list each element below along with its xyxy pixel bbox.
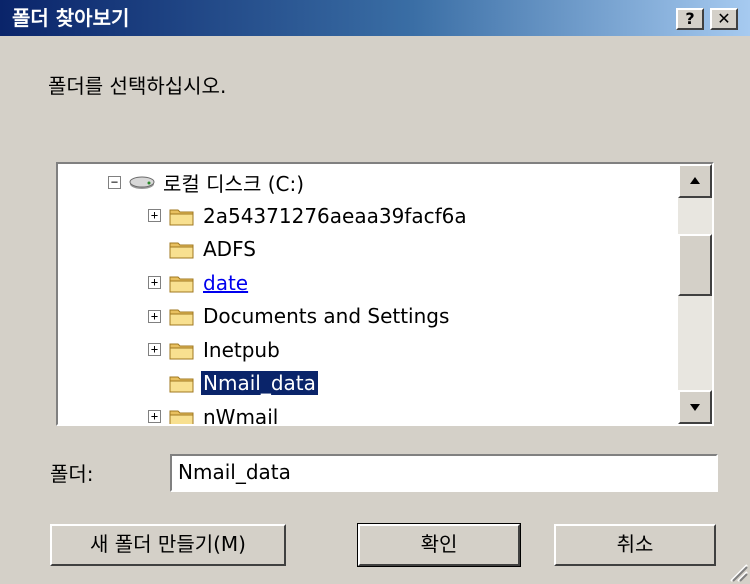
tree-item-label: Nmail_data <box>200 370 319 396</box>
folder-field-label: 폴더: <box>50 462 94 486</box>
tree-item[interactable]: Nmail_data <box>148 367 319 399</box>
ok-button[interactable]: 확인 <box>357 523 521 567</box>
folder-icon <box>169 209 194 225</box>
folder-icon <box>169 376 194 393</box>
resize-grip-icon[interactable] <box>728 562 748 582</box>
arrow-up-icon <box>690 177 700 184</box>
help-button[interactable]: ? <box>676 8 704 30</box>
folder-icon <box>169 276 194 292</box>
close-icon: ✕ <box>717 9 731 28</box>
folder-tree[interactable]: − 로컬 디스크 (C:) +2a54371276aeaa39facf6a ADFS +… <box>56 162 714 426</box>
folder-icon <box>169 309 194 326</box>
tree-item-label: Documents and Settings <box>203 304 450 328</box>
tree-item[interactable]: + date <box>148 267 250 299</box>
tree-item[interactable]: ADFS <box>148 233 258 265</box>
folder-icon <box>169 242 194 259</box>
scroll-down-button[interactable] <box>678 390 712 424</box>
title-bar[interactable]: 폴더 찾아보기 ? ✕ <box>0 0 750 36</box>
tree-item-label: ADFS <box>203 237 256 261</box>
tree-item-label: 로컬 디스크 (C:) <box>163 171 305 196</box>
expand-icon[interactable]: + <box>148 410 161 423</box>
folder-icon <box>169 343 194 359</box>
collapse-icon[interactable]: − <box>108 175 121 189</box>
arrow-down-icon <box>690 404 700 411</box>
tree-item[interactable]: − 로컬 디스크 (C:) <box>108 166 306 198</box>
tree-item[interactable]: + nWmail <box>148 401 280 425</box>
scroll-thumb[interactable] <box>678 234 712 296</box>
tree-item-label: 2a54371276aeaa39facf6a <box>203 203 467 228</box>
vertical-scrollbar[interactable] <box>678 164 712 424</box>
folder-icon <box>169 410 194 424</box>
tree-item-label: date <box>203 270 249 295</box>
scroll-up-button[interactable] <box>678 164 712 198</box>
tree-item-label: Inetpub <box>203 337 280 362</box>
tree-item-label: nWmail <box>203 404 279 425</box>
drive-icon <box>129 176 155 189</box>
close-button[interactable]: ✕ <box>710 8 738 30</box>
folder-input[interactable]: Nmail_data <box>170 454 718 492</box>
tree-item[interactable]: +2a54371276aeaa39facf6a <box>148 200 469 232</box>
expand-icon[interactable]: + <box>148 343 161 356</box>
tree-item[interactable]: + Documents and Settings <box>148 300 451 332</box>
cancel-button[interactable]: 취소 <box>554 524 716 566</box>
tree-item[interactable]: + Inetpub <box>148 334 282 366</box>
expand-icon[interactable]: + <box>148 276 161 289</box>
expand-icon[interactable]: + <box>148 209 161 222</box>
window-title: 폴더 찾아보기 <box>12 6 130 30</box>
new-folder-button[interactable]: 새 폴더 만들기(M) <box>50 524 286 566</box>
expand-icon[interactable]: + <box>148 309 161 323</box>
instruction-text: 폴더를 선택하십시오. <box>48 74 227 98</box>
